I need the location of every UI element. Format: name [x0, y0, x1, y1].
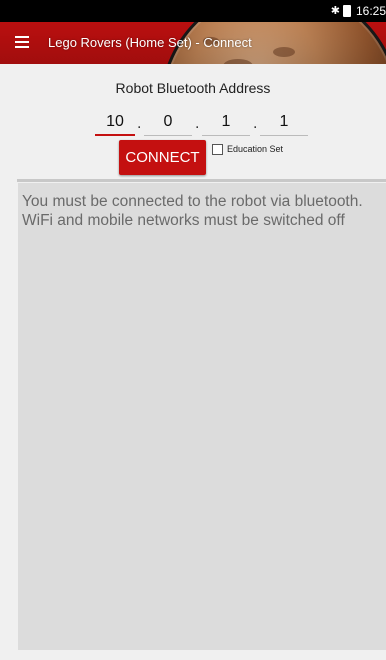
log-text: You must be connected to the robot via b… [22, 192, 386, 230]
hamburger-menu-icon[interactable] [15, 36, 29, 48]
divider [17, 179, 386, 182]
status-bar: ✱ 16:25 [0, 0, 386, 22]
battery-icon [342, 5, 351, 17]
ip-separator: . [195, 115, 200, 132]
ip-address-row: 10 . 0 . 1 . 1 [0, 110, 386, 136]
status-icons: ✱ 16:25 [331, 3, 386, 19]
bluetooth-address-label: Robot Bluetooth Address [115, 80, 271, 96]
bluetooth-icon: ✱ [330, 5, 340, 17]
log-line: You must be connected to the robot via b… [22, 193, 363, 210]
ip-separator: . [137, 115, 142, 132]
ip-octet-1-input[interactable]: 10 [95, 110, 135, 136]
action-bar: Lego Rovers (Home Set) - Connect [0, 22, 386, 64]
log-line: WiFi and mobile networks must be switche… [22, 212, 345, 229]
connect-button[interactable]: CONNECT [119, 140, 206, 175]
ip-octet-2-input[interactable]: 0 [144, 110, 192, 136]
status-time: 16:25 [355, 4, 386, 18]
education-set-label: Education Set [227, 144, 284, 154]
ip-octet-4-input[interactable]: 1 [260, 110, 308, 136]
education-set-checkbox[interactable] [212, 144, 223, 155]
ip-octet-3-input[interactable]: 1 [202, 110, 250, 136]
ip-separator: . [253, 115, 258, 132]
log-panel: You must be connected to the robot via b… [18, 183, 386, 650]
app-title: Lego Rovers (Home Set) - Connect [48, 35, 252, 50]
